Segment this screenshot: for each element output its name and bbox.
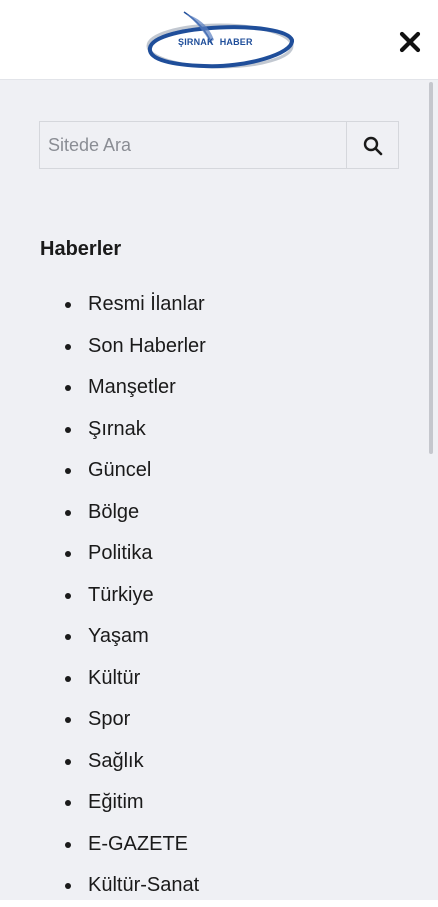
search-input[interactable]	[40, 122, 346, 168]
menu-item-resmi-ilanlar[interactable]: Resmi İlanlar	[40, 284, 206, 326]
menu-item-yasam[interactable]: Yaşam	[40, 616, 206, 658]
menu-item-label: Kültür	[88, 666, 141, 689]
bullet-icon	[65, 343, 71, 350]
bullet-icon	[65, 634, 71, 640]
menu-item-kultur[interactable]: Kültür	[40, 658, 206, 700]
menu-item-label: Kültür-Sanat	[88, 874, 200, 896]
menu-item-e-gazete[interactable]: E-GAZETE	[40, 824, 206, 866]
site-logo[interactable]: ŞIRNAK HABER	[144, 10, 294, 72]
bullet-icon	[65, 509, 71, 516]
menu-item-bolge[interactable]: Bölge	[40, 492, 206, 534]
bullet-icon	[65, 468, 71, 474]
bullet-icon	[65, 551, 71, 557]
bullet-icon	[65, 385, 71, 391]
menu-item-label: Spor	[88, 708, 131, 730]
menu-item-politika[interactable]: Politika	[40, 533, 206, 575]
bullet-icon	[65, 302, 71, 308]
section-title: Haberler	[40, 238, 122, 260]
menu-item-sirnak[interactable]: Şırnak	[40, 409, 206, 451]
bullet-icon	[65, 758, 71, 765]
search-button[interactable]	[346, 122, 398, 168]
menu-item-turkiye[interactable]: Türkiye	[40, 575, 206, 617]
menu-item-guncel[interactable]: Güncel	[40, 450, 206, 492]
close-icon	[399, 31, 421, 53]
menu-item-saglik[interactable]: Sağlık	[40, 741, 206, 783]
bullet-icon	[65, 675, 71, 682]
site-search	[39, 121, 399, 169]
bullet-icon	[65, 717, 71, 723]
menu-item-label: Şırnak	[88, 417, 146, 440]
top-bar: ŞIRNAK HABER	[0, 0, 438, 80]
search-icon	[363, 136, 383, 156]
bullet-icon	[65, 841, 71, 848]
menu-item-label: Bölge	[88, 500, 140, 523]
scrollbar[interactable]	[429, 82, 433, 454]
menu-item-mansetler[interactable]: Manşetler	[40, 367, 206, 409]
menu-item-label: Son Haberler	[88, 334, 206, 357]
bullet-icon	[65, 883, 71, 889]
close-menu-button[interactable]	[396, 28, 424, 56]
menu-item-son-haberler[interactable]: Son Haberler	[40, 326, 206, 368]
menu-item-kultur-sanat[interactable]: Kültür-Sanat	[40, 865, 206, 907]
menu-item-label: Manşetler	[88, 376, 176, 398]
menu-item-label: Türkiye	[88, 583, 154, 606]
menu-item-label: Sağlık	[88, 749, 144, 772]
menu-item-label: Eğitim	[88, 791, 144, 813]
menu-item-egitim[interactable]: Eğitim	[40, 782, 206, 824]
logo-word-2: HABER	[219, 37, 253, 47]
logo-wordmark: ŞIRNAK HABER	[178, 37, 253, 47]
bullet-icon	[65, 426, 71, 433]
menu-item-label: Resmi İlanlar	[88, 293, 205, 315]
menu-item-label: Politika	[88, 542, 153, 564]
menu-item-spor[interactable]: Spor	[40, 699, 206, 741]
logo-word-1: ŞIRNAK	[178, 37, 214, 47]
bullet-icon	[65, 800, 71, 806]
bullet-icon	[65, 592, 71, 599]
menu-item-label: E-GAZETE	[88, 832, 189, 855]
menu-item-label: Yaşam	[88, 625, 149, 647]
menu-item-label: Güncel	[88, 459, 152, 481]
news-category-list: Resmi İlanlar Son Haberler Manşetler Şır…	[40, 284, 206, 907]
